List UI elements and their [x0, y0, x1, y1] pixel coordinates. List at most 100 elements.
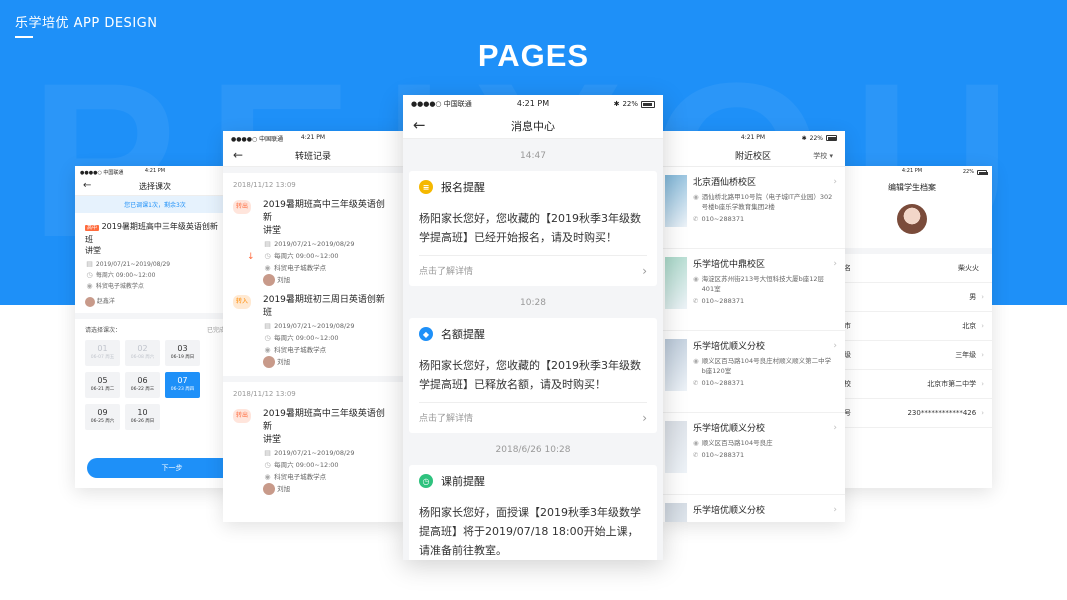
- nav-bar: ← 转班记录: [223, 145, 403, 167]
- profile-row[interactable]: 校 北京市第二中学 ›: [832, 370, 992, 399]
- message-card[interactable]: ◷ 课前提醒 杨阳家长您好，面授课【2019秋季3年级数学提高班】将于2019/07…: [409, 465, 657, 560]
- lesson-cell[interactable]: 09 06-25 周六: [85, 404, 120, 430]
- lesson-cell[interactable]: 07 06-23 周四: [165, 372, 200, 398]
- message-body: 杨阳家长您好，您收藏的【2019秋季3年级数学提高班】已释放名额，请及时购买！: [419, 359, 641, 391]
- school-phone-row: ✆ 010~288371: [693, 215, 835, 223]
- lesson-number: 02: [137, 344, 148, 353]
- back-arrow-icon[interactable]: ←: [83, 180, 91, 191]
- transfer-group: 2018/11/12 13:09 转出 2019暑期班高中三年级英语创新 讲堂 ▤…: [223, 173, 403, 376]
- nav-bar: ← 消息中心: [403, 113, 663, 139]
- details-link[interactable]: 点击了解详情 ›: [419, 255, 647, 286]
- location-icon: ◉: [693, 275, 699, 283]
- lesson-cell[interactable]: 05 06-21 周二: [85, 372, 120, 398]
- course-title: 2019暑期班高中三年级英语创新班: [85, 222, 218, 244]
- chevron-right-icon: ›: [833, 505, 837, 515]
- school-address: 顺义区百马路104号良庄: [701, 439, 773, 447]
- details-link-label: 点击了解详情: [419, 414, 474, 424]
- profile-value: 北京: [962, 322, 977, 330]
- group-date: 2018/11/12 13:09: [233, 181, 296, 189]
- lesson-cell[interactable]: 03 06-19 周日: [165, 340, 200, 366]
- profile-row[interactable]: 级 三年级 ›: [832, 341, 992, 370]
- clock-icon: ◷: [419, 474, 433, 488]
- nav-title: 编辑学生档案: [888, 182, 936, 192]
- phone-icon: ✆: [693, 451, 699, 459]
- phone-transfer-records: ●●●●○ 中国联通 4:21 PM ← 转班记录 2018/11/12 13:…: [223, 131, 403, 522]
- back-arrow-icon[interactable]: ←: [233, 148, 243, 162]
- message-body: 杨阳家长您好，您收藏的【2019秋季3年级数学提高班】已经开始报名，请及时购买！: [419, 212, 641, 244]
- school-photo: [665, 421, 687, 473]
- message-card[interactable]: ◆ 名额提醒杨阳家长您好，您收藏的【2019秋季3年级数学提高班】已释放名额，请及…: [409, 318, 657, 433]
- phone-select-lesson: ●●●●○ 中国联通 4:21 PM ← 选择课次 您已调课1次，剩余3次 高中…: [75, 166, 235, 488]
- phone-icon: ✆: [693, 215, 699, 223]
- clock-icon: ◷: [264, 334, 271, 342]
- school-item[interactable]: 乐学培优顺义分校 ◉ 顺义区百马路104号良庄 ✆ 010~288371 ›: [661, 413, 845, 495]
- lesson-cell[interactable]: 06 06-22 周三: [125, 372, 160, 398]
- filter-dropdown[interactable]: 学校 ▾: [813, 151, 833, 161]
- chevron-right-icon: ›: [981, 351, 984, 359]
- lesson-date: 06-22 周三: [130, 387, 155, 392]
- transfer-out-item: 转出 2019暑期班高中三年级英语创新 讲堂 ▤ 2019/07/21~2019/…: [233, 408, 393, 495]
- location-icon: ◉: [86, 282, 93, 290]
- nav-title: 选择课次: [139, 182, 171, 191]
- school-item[interactable]: 乐学培优中鼎校区 ◉ 海淀区苏州街213号大恒科技大厦b座12层401室 ✆ 010~2…: [661, 249, 845, 331]
- lesson-cell[interactable]: 10 06-26 周日: [125, 404, 160, 430]
- course-date: 2019/07/21~2019/08/29: [274, 449, 355, 457]
- school-item[interactable]: 乐学培优顺义分校 ›: [661, 495, 845, 522]
- pages-title: PAGES: [477, 38, 590, 73]
- chevron-right-icon: ›: [981, 380, 984, 388]
- location-icon: ◉: [693, 439, 699, 447]
- chevron-right-icon: ›: [833, 177, 837, 187]
- profile-label: 校: [844, 380, 851, 388]
- lesson-cell: 01 06-07 周五: [85, 340, 120, 366]
- school-item[interactable]: 乐学培优顺义分校 ◉ 顺义区百马路104号良庄村顺义顺义第二中学b座120室 ✆ 010…: [661, 331, 845, 413]
- message-card[interactable]: ≡ 报名提醒 杨阳家长您好，您收藏的【2019秋季3年级数学提高班】已经开始报名，请…: [409, 171, 657, 286]
- teacher-name: 赵鑫洋: [96, 298, 115, 305]
- school-address-row: ◉ 顺义区百马路104号良庄: [693, 438, 835, 448]
- school-phone-row: ✆ 010~288371: [693, 379, 835, 387]
- group-date: 2018/11/12 13:09: [233, 390, 296, 398]
- clock-icon: ◷: [264, 252, 271, 260]
- course-card: 高中 2019暑期班高中三年级英语创新班 讲堂 ▤ 2019/07/21~201…: [75, 213, 235, 319]
- lesson-date: 06-23 周四: [170, 387, 195, 392]
- chevron-right-icon: ›: [981, 322, 984, 330]
- profile-row[interactable]: 市 北京 ›: [832, 312, 992, 341]
- next-button[interactable]: 下一步: [87, 458, 235, 478]
- message-time: 2018/6/26 10:28: [495, 445, 571, 455]
- message-header: ◆ 名额提醒: [409, 318, 657, 350]
- profile-row[interactable]: 男 ›: [832, 283, 992, 312]
- profile-value: 230************426: [907, 409, 977, 417]
- message-body: 杨阳家长您好，面授课【2019秋季3年级数学提高班】将于2019/07/18 1…: [419, 506, 641, 557]
- school-name: 北京酒仙桥校区: [693, 178, 757, 188]
- school-phone: 010~288371: [701, 215, 745, 223]
- student-avatar[interactable]: [897, 204, 927, 234]
- profile-row[interactable]: 名 柴火火: [832, 254, 992, 283]
- teacher-name: 刘旭: [277, 485, 291, 493]
- phone-message-center: ●●●●○ 中国联通 4:21 PM ✱ 22% ← 消息中心 14:47 ≡ 报名提…: [403, 95, 663, 560]
- phone-icon: ✆: [693, 379, 699, 387]
- calendar-icon: ▤: [86, 260, 93, 268]
- profile-row[interactable]: 号 230************426 ›: [832, 399, 992, 428]
- adjust-banner: 您已调课1次，剩余3次: [75, 196, 235, 213]
- profile-value: 三年级: [955, 351, 977, 359]
- message-time: 10:28: [520, 298, 546, 308]
- school-phone: 010~288371: [701, 379, 745, 387]
- course-place: 科贸电子城教学点: [274, 264, 327, 272]
- course-title-2: 讲堂: [85, 246, 101, 255]
- nav-bar: 附近校区 学校 ▾: [661, 145, 845, 167]
- lesson-date: 06-21 周二: [90, 387, 115, 392]
- details-link[interactable]: 点击了解详情 ›: [419, 402, 647, 433]
- phone-nearby-campus: 4:21 PM ✱ 22% 附近校区 学校 ▾ 北京酒仙桥校区 ◉ 酒仙桥北路甲10号…: [661, 131, 845, 522]
- chevron-right-icon: ›: [642, 411, 647, 425]
- avatar: [263, 274, 275, 286]
- chevron-right-icon: ›: [981, 293, 984, 301]
- school-address: 酒仙桥北路甲10号院（电子城IT产业园）302号楼b座乐学教育集团2楼: [701, 193, 833, 211]
- location-icon: ◉: [264, 346, 271, 354]
- course-title-2: 讲堂: [263, 435, 282, 445]
- status-bar: 4:21 PM ✱ 22%: [661, 131, 845, 145]
- lesson-number: 09: [97, 408, 108, 417]
- course-time: 每周六 09:00~12:00: [274, 461, 339, 469]
- back-arrow-icon[interactable]: ←: [413, 116, 426, 134]
- profile-label: 名: [844, 264, 851, 272]
- triangle-down-icon: ▾: [829, 152, 833, 160]
- school-item[interactable]: 北京酒仙桥校区 ◉ 酒仙桥北路甲10号院（电子城IT产业园）302号楼b座乐学教育集…: [661, 167, 845, 249]
